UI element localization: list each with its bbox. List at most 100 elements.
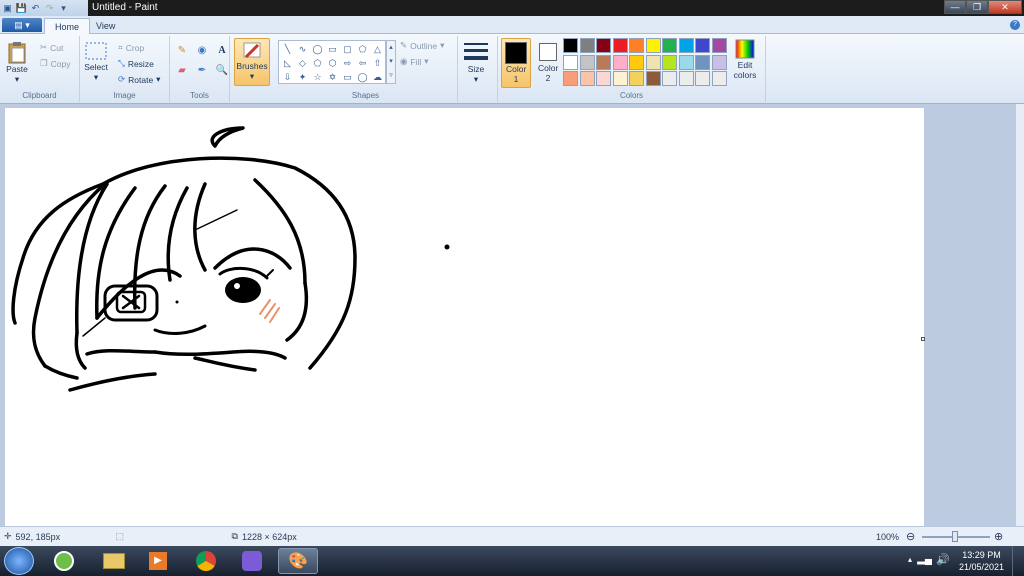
palette-swatch[interactable] — [662, 38, 677, 53]
palette-swatch[interactable] — [563, 54, 578, 70]
fill-button[interactable]: ◉ Fill ▾ — [400, 56, 429, 67]
callout-oval-shape-icon[interactable]: ◯ — [355, 70, 370, 84]
palette-swatch[interactable] — [678, 54, 694, 70]
oval-shape-icon[interactable]: ◯ — [310, 42, 325, 56]
taskbar-app-green[interactable] — [44, 548, 84, 574]
pencil-icon[interactable]: ✎ — [174, 42, 190, 58]
shapes-scroll[interactable]: ▴ ▾ ▿ — [386, 40, 396, 84]
resize-button[interactable]: ⤡ Resize — [118, 58, 154, 69]
canvas-resize-handle[interactable] — [921, 337, 925, 341]
palette-swatch[interactable] — [612, 54, 628, 70]
zoom-slider[interactable] — [922, 531, 990, 542]
callout-rect-shape-icon[interactable]: ▭ — [340, 70, 355, 84]
tab-home[interactable]: Home — [44, 18, 91, 35]
network-icon[interactable]: ▂▄ — [917, 554, 932, 565]
color-picker-icon[interactable]: ✒ — [194, 62, 210, 78]
palette-swatch[interactable] — [612, 71, 628, 86]
diamond-shape-icon[interactable]: ◇ — [295, 56, 310, 70]
four-point-star-shape-icon[interactable]: ✦ — [295, 70, 310, 84]
palette-swatch[interactable] — [629, 54, 644, 70]
volume-icon[interactable]: 🔊 — [936, 553, 950, 566]
outline-button[interactable]: ✎ Outline ▾ — [400, 40, 444, 51]
up-arrow-shape-icon[interactable]: ⇧ — [370, 56, 385, 70]
line-shape-icon[interactable]: ╲ — [280, 42, 295, 56]
palette-swatch[interactable] — [711, 71, 727, 86]
triangle-shape-icon[interactable]: △ — [370, 42, 385, 56]
hexagon-shape-icon[interactable]: ⬡ — [325, 56, 340, 70]
taskbar-paint[interactable]: 🎨 — [278, 548, 318, 574]
palette-swatch[interactable] — [645, 38, 661, 53]
down-arrow-shape-icon[interactable]: ⇩ — [280, 70, 295, 84]
palette-swatch[interactable] — [579, 54, 595, 70]
polygon-shape-icon[interactable]: ⬠ — [355, 42, 370, 56]
callout-cloud-shape-icon[interactable]: ☁ — [370, 70, 385, 84]
left-arrow-shape-icon[interactable]: ⇦ — [355, 56, 370, 70]
palette-swatch[interactable] — [662, 54, 677, 70]
edit-colors-button[interactable]: Edit colors — [730, 38, 760, 80]
show-desktop-button[interactable] — [1012, 546, 1024, 576]
palette-swatch[interactable] — [612, 38, 628, 53]
brushes-button[interactable]: Brushes ▾ — [234, 38, 270, 86]
five-point-star-shape-icon[interactable]: ☆ — [310, 70, 325, 84]
rotate-button[interactable]: ⟳ Rotate ▾ — [118, 74, 160, 85]
paste-button[interactable]: Paste ▾ — [6, 40, 28, 85]
palette-swatch[interactable] — [662, 71, 677, 86]
palette-swatch[interactable] — [563, 38, 578, 53]
palette-swatch[interactable] — [596, 54, 611, 70]
rectangle-shape-icon[interactable]: ▭ — [325, 42, 340, 56]
cut-button[interactable]: ✂ Cut — [40, 42, 63, 53]
palette-swatch[interactable] — [579, 71, 595, 86]
redo-icon[interactable]: ↷ — [44, 3, 55, 14]
close-button[interactable]: ✕ — [988, 0, 1022, 14]
fill-bucket-icon[interactable]: ◉ — [194, 42, 210, 58]
rounded-rectangle-shape-icon[interactable]: ▢ — [340, 42, 355, 56]
right-arrow-shape-icon[interactable]: ⇨ — [340, 56, 355, 70]
start-button[interactable] — [4, 547, 34, 575]
palette-swatch[interactable] — [645, 71, 661, 86]
vertical-scrollbar[interactable] — [1016, 104, 1024, 526]
palette-swatch[interactable] — [629, 38, 644, 53]
zoom-out-button[interactable]: ⊖ — [906, 530, 915, 543]
right-triangle-shape-icon[interactable]: ◺ — [280, 56, 295, 70]
pentagon-shape-icon[interactable]: ⬠ — [310, 56, 325, 70]
color2-button[interactable]: Color 2 — [534, 38, 562, 88]
six-point-star-shape-icon[interactable]: ✡ — [325, 70, 340, 84]
taskbar-game[interactable] — [232, 548, 272, 574]
clock[interactable]: 13:29 PM 21/05/2021 — [959, 549, 1004, 573]
zoom-slider-thumb[interactable] — [952, 531, 958, 542]
palette-swatch[interactable] — [579, 38, 595, 53]
palette-swatch[interactable] — [678, 38, 694, 53]
curve-shape-icon[interactable]: ∿ — [295, 42, 310, 56]
palette-swatch[interactable] — [695, 38, 710, 53]
palette-swatch[interactable] — [563, 71, 578, 86]
palette-swatch[interactable] — [695, 71, 710, 86]
text-icon[interactable]: A — [214, 42, 230, 58]
color1-button[interactable]: Color 1 — [501, 38, 531, 88]
palette-swatch[interactable] — [711, 54, 727, 70]
taskbar-media-player[interactable]: ▶ — [138, 548, 178, 574]
palette-swatch[interactable] — [596, 71, 611, 86]
tab-view[interactable]: View — [86, 18, 125, 35]
palette-swatch[interactable] — [695, 54, 710, 70]
show-hidden-icons[interactable]: ▴ — [908, 555, 912, 564]
palette-swatch[interactable] — [596, 38, 611, 53]
save-icon[interactable]: 💾 — [16, 3, 27, 14]
select-button[interactable]: Select ▾ — [84, 40, 108, 83]
minimize-button[interactable]: — — [944, 0, 966, 14]
size-button[interactable]: Size ▾ — [463, 40, 489, 85]
customize-toolbar-icon[interactable]: ▾ — [58, 3, 69, 14]
magnifier-icon[interactable]: 🔍 — [214, 62, 230, 78]
eraser-icon[interactable]: ▰ — [174, 62, 190, 78]
file-menu-button[interactable]: ▤ ▾ — [2, 18, 42, 32]
palette-swatch[interactable] — [629, 71, 644, 86]
help-icon[interactable]: ? — [1010, 20, 1020, 30]
zoom-in-button[interactable]: ⊕ — [994, 530, 1003, 543]
palette-swatch[interactable] — [678, 71, 694, 86]
maximize-button[interactable]: ❐ — [966, 0, 988, 14]
crop-button[interactable]: ⌗ Crop — [118, 42, 144, 53]
drawing-canvas[interactable] — [5, 108, 924, 526]
palette-swatch[interactable] — [645, 54, 661, 70]
palette-swatch[interactable] — [711, 38, 727, 53]
taskbar-file-explorer[interactable] — [94, 548, 134, 574]
undo-icon[interactable]: ↶ — [30, 3, 41, 14]
